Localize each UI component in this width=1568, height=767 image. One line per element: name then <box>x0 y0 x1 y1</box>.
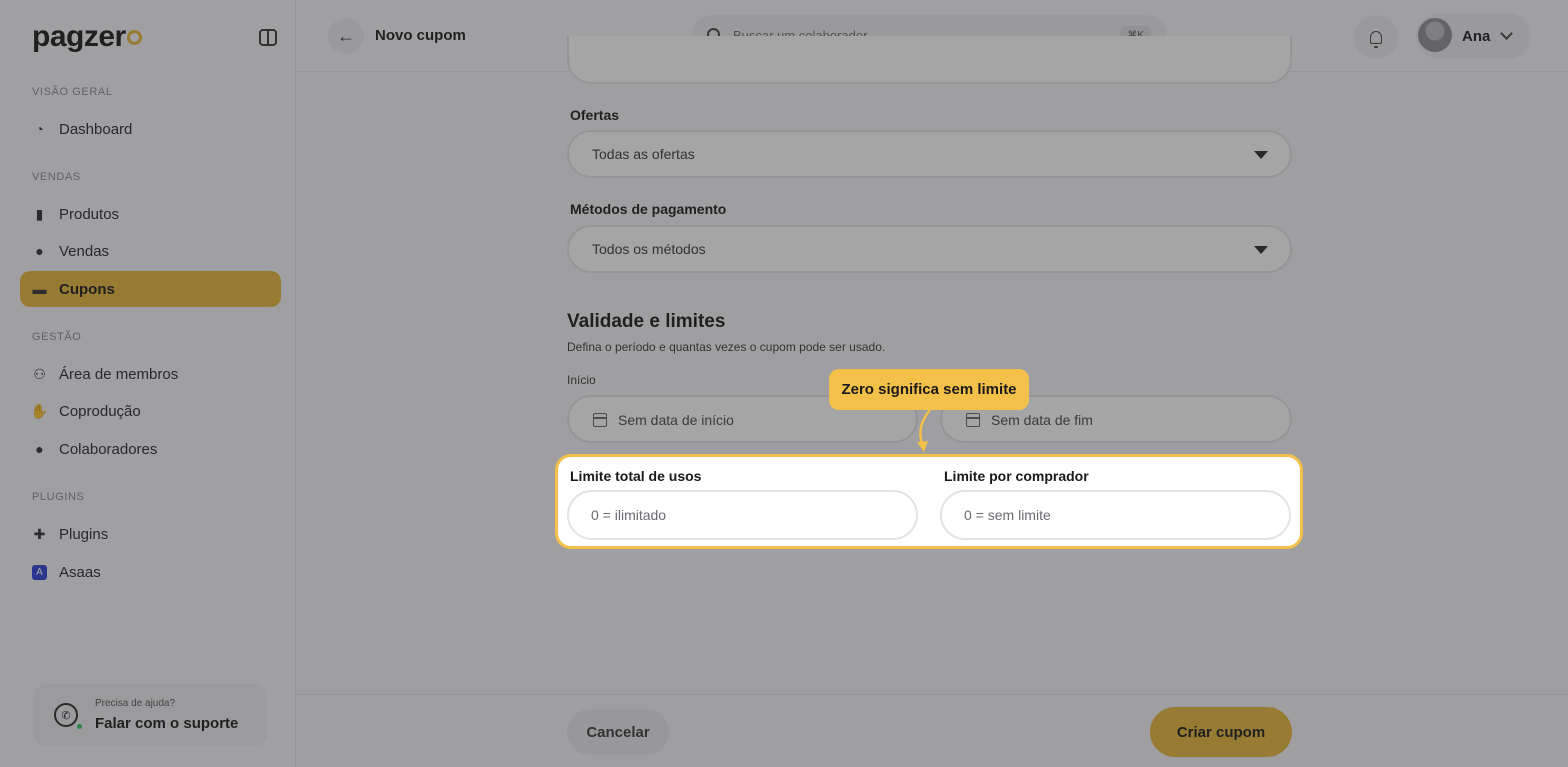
sidebar-item-asaas[interactable]: A Asaas <box>20 554 281 590</box>
section-title: Validade e limites <box>567 311 726 332</box>
section-label-management: GESTÃO <box>32 331 82 343</box>
ofertas-label: Ofertas <box>570 107 620 123</box>
dashboard-icon: ◔ <box>35 121 44 137</box>
sidebar-item-label: Colaboradores <box>59 440 158 458</box>
sidebar-item-dashboard[interactable]: ◔ Dashboard <box>20 111 281 147</box>
coupon-icon: ▬ <box>32 281 47 297</box>
online-status-dot <box>76 723 83 730</box>
avatar <box>1418 18 1452 52</box>
caret-down-icon <box>1254 151 1268 159</box>
user-menu[interactable]: Ana <box>1416 13 1530 59</box>
sidebar-item-vendas[interactable]: ● Vendas <box>20 233 281 269</box>
section-label-sales: VENDAS <box>32 171 81 183</box>
cancel-button[interactable]: Cancelar <box>567 709 669 755</box>
end-date-placeholder: Sem data de fim <box>991 412 1093 428</box>
section-label-overview: VISÃO GERAL <box>32 86 113 98</box>
tooltip-arrow-icon <box>917 409 931 452</box>
section-label-plugins: PLUGINS <box>32 491 85 503</box>
sidebar-item-colaboradores[interactable]: ● Colaboradores <box>20 431 281 467</box>
calendar-icon <box>966 413 980 427</box>
members-icon: ⚇ <box>33 365 46 382</box>
asaas-icon: A <box>32 564 47 580</box>
create-coupon-button[interactable]: Criar cupom <box>1150 707 1292 757</box>
back-button[interactable]: ← <box>328 18 364 54</box>
sidebar-collapse-icon[interactable] <box>259 29 277 46</box>
logo-text: pagzer <box>32 20 126 53</box>
limite-comprador-input[interactable] <box>940 490 1291 540</box>
previous-field[interactable] <box>567 36 1292 84</box>
limite-total-input[interactable] <box>567 490 918 540</box>
sidebar-item-coproducao[interactable]: ✋ Coprodução <box>20 393 281 429</box>
support-caption: Precisa de ajuda? <box>95 698 176 709</box>
notifications-button[interactable] <box>1354 15 1398 59</box>
sidebar: pagzer VISÃO GERAL ◔ Dashboard VENDAS ▮ … <box>0 0 296 767</box>
sidebar-item-plugins[interactable]: ✚ Plugins <box>20 516 281 552</box>
metodos-label: Métodos de pagamento <box>570 201 727 217</box>
calendar-icon <box>593 413 607 427</box>
user-icon: ● <box>35 441 44 457</box>
tooltip: Zero significa sem limite <box>829 369 1029 410</box>
puzzle-icon: ✚ <box>33 525 46 542</box>
handshake-icon: ✋ <box>30 402 49 419</box>
limite-total-label: Limite total de usos <box>570 468 702 484</box>
inicio-label: Início <box>567 373 596 387</box>
whatsapp-icon: ✆ <box>54 703 78 727</box>
sidebar-item-label: Dashboard <box>59 120 133 138</box>
limits-highlight: Limite total de usos Limite por comprado… <box>555 454 1303 549</box>
logo[interactable]: pagzer <box>32 20 142 54</box>
support-card[interactable]: ✆ Precisa de ajuda? Falar com o suporte <box>34 684 267 746</box>
logo-o-icon <box>126 30 142 45</box>
metodos-select[interactable]: Todos os métodos <box>567 225 1292 273</box>
caret-down-icon <box>1254 246 1268 254</box>
sidebar-item-area-membros[interactable]: ⚇ Área de membros <box>20 356 281 392</box>
start-date-placeholder: Sem data de início <box>618 412 734 428</box>
section-description: Defina o período e quantas vezes o cupom… <box>567 340 886 354</box>
sidebar-item-cupons[interactable]: ▬ Cupons <box>20 271 281 307</box>
products-icon: ▮ <box>35 205 44 222</box>
sales-icon: ● <box>35 243 44 259</box>
sidebar-item-label: Cupons <box>59 280 115 298</box>
sidebar-item-label: Plugins <box>59 525 109 543</box>
metodos-value: Todos os métodos <box>592 241 706 257</box>
arrow-left-icon: ← <box>337 25 355 46</box>
page-title: Novo cupom <box>375 27 466 44</box>
sidebar-item-label: Coprodução <box>59 402 141 420</box>
sidebar-item-label: Produtos <box>59 205 120 223</box>
bell-icon <box>1370 30 1382 48</box>
ofertas-value: Todas as ofertas <box>592 146 695 162</box>
user-name: Ana <box>1462 28 1491 45</box>
chevron-down-icon <box>1500 27 1513 40</box>
sidebar-item-label: Vendas <box>59 242 110 260</box>
ofertas-select[interactable]: Todas as ofertas <box>567 130 1292 178</box>
sidebar-item-label: Área de membros <box>59 365 179 383</box>
support-link: Falar com o suporte <box>95 715 239 732</box>
footer-divider <box>297 694 1568 695</box>
sidebar-item-produtos[interactable]: ▮ Produtos <box>20 196 281 232</box>
limite-comprador-label: Limite por comprador <box>944 468 1089 484</box>
sidebar-item-label: Asaas <box>59 563 101 581</box>
